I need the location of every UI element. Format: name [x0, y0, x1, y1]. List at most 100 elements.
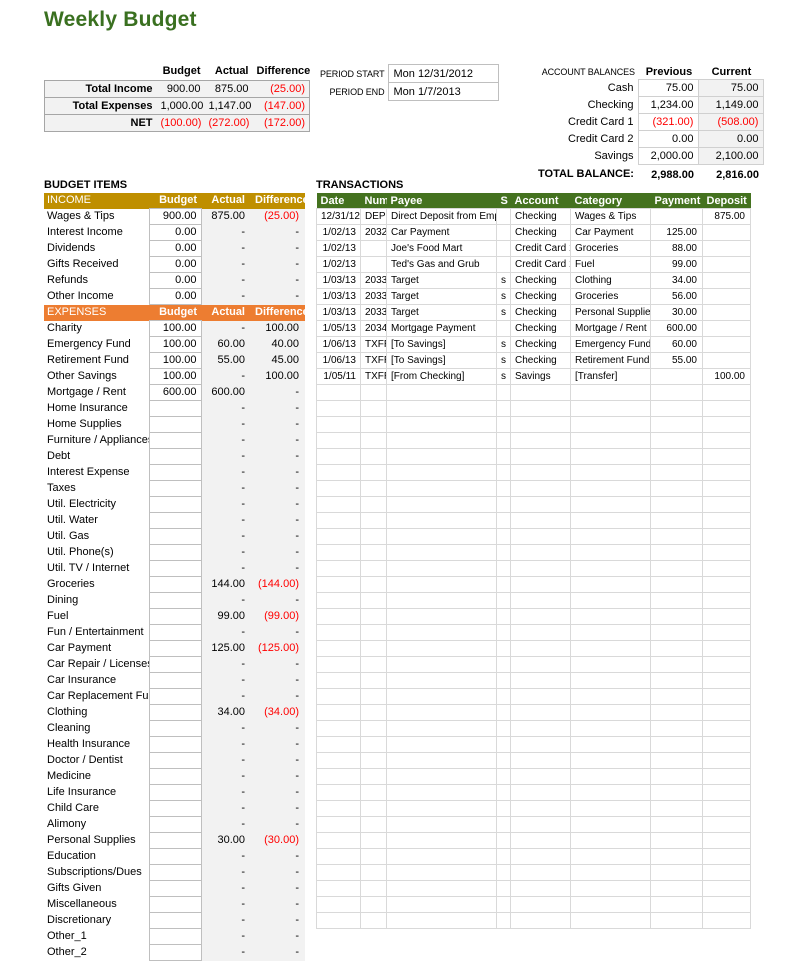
transaction-empty-cell[interactable] — [360, 640, 387, 657]
transaction-empty-cell[interactable] — [650, 656, 703, 673]
budget-item-budget-input[interactable] — [148, 416, 202, 433]
transaction-empty-cell[interactable] — [650, 448, 703, 465]
transaction-empty-cell[interactable] — [360, 464, 387, 481]
transaction-empty-cell[interactable] — [316, 656, 361, 673]
transaction-empty-cell[interactable] — [496, 464, 511, 481]
transaction-empty-cell[interactable] — [650, 688, 703, 705]
transaction-category[interactable]: Clothing — [570, 272, 651, 289]
transaction-empty-cell[interactable] — [570, 512, 651, 529]
transaction-empty-cell[interactable] — [360, 896, 387, 913]
budget-item-budget-input[interactable] — [148, 448, 202, 465]
transaction-date[interactable]: 1/02/13 — [316, 256, 361, 273]
transaction-empty-cell[interactable] — [650, 864, 703, 881]
transaction-empty-cell[interactable] — [496, 736, 511, 753]
transaction-account[interactable]: Checking — [510, 352, 571, 369]
transaction-empty-cell[interactable] — [386, 528, 497, 545]
transaction-empty-cell[interactable] — [650, 736, 703, 753]
transaction-empty-cell[interactable] — [386, 656, 497, 673]
transaction-category[interactable]: Fuel — [570, 256, 651, 273]
transaction-empty-cell[interactable] — [360, 752, 387, 769]
transaction-empty-cell[interactable] — [510, 448, 571, 465]
transaction-empty-cell[interactable] — [570, 672, 651, 689]
transaction-payment[interactable]: 600.00 — [650, 320, 703, 337]
transaction-row-empty[interactable] — [316, 512, 751, 529]
transaction-empty-cell[interactable] — [510, 880, 571, 897]
transaction-empty-cell[interactable] — [316, 528, 361, 545]
transaction-empty-cell[interactable] — [360, 544, 387, 561]
transaction-category[interactable]: Personal Supplies — [570, 304, 651, 321]
transaction-empty-cell[interactable] — [360, 704, 387, 721]
budget-item-budget-input[interactable] — [148, 784, 202, 801]
transaction-empty-cell[interactable] — [316, 592, 361, 609]
transaction-row-empty[interactable] — [316, 608, 751, 625]
transaction-empty-cell[interactable] — [702, 896, 751, 913]
transaction-empty-cell[interactable] — [510, 784, 571, 801]
transaction-empty-cell[interactable] — [510, 656, 571, 673]
transaction-empty-cell[interactable] — [386, 384, 497, 401]
transaction-empty-cell[interactable] — [316, 912, 361, 929]
transaction-empty-cell[interactable] — [496, 416, 511, 433]
transaction-empty-cell[interactable] — [570, 464, 651, 481]
transaction-row-empty[interactable] — [316, 864, 751, 881]
transaction-empty-cell[interactable] — [570, 864, 651, 881]
budget-item-budget-input[interactable] — [148, 608, 202, 625]
transaction-num[interactable]: 2033 — [360, 304, 387, 321]
budget-item-budget-input[interactable] — [148, 464, 202, 481]
transaction-row-empty[interactable] — [316, 656, 751, 673]
transaction-payee[interactable]: Target — [386, 272, 497, 289]
transaction-empty-cell[interactable] — [496, 912, 511, 929]
transaction-empty-cell[interactable] — [496, 512, 511, 529]
transaction-empty-cell[interactable] — [360, 496, 387, 513]
transaction-empty-cell[interactable] — [510, 912, 571, 929]
transaction-empty-cell[interactable] — [360, 592, 387, 609]
transaction-row-empty[interactable] — [316, 848, 751, 865]
transaction-empty-cell[interactable] — [570, 400, 651, 417]
transaction-row-empty[interactable] — [316, 832, 751, 849]
transaction-empty-cell[interactable] — [702, 672, 751, 689]
transaction-empty-cell[interactable] — [510, 624, 571, 641]
transaction-empty-cell[interactable] — [510, 416, 571, 433]
transaction-empty-cell[interactable] — [702, 544, 751, 561]
transaction-empty-cell[interactable] — [360, 400, 387, 417]
transaction-empty-cell[interactable] — [702, 640, 751, 657]
budget-item-budget-input[interactable]: 0.00 — [148, 272, 202, 289]
transaction-empty-cell[interactable] — [316, 704, 361, 721]
transaction-account[interactable]: Checking — [510, 288, 571, 305]
transaction-category[interactable]: Emergency Fund — [570, 336, 651, 353]
transaction-empty-cell[interactable] — [570, 784, 651, 801]
transaction-empty-cell[interactable] — [316, 800, 361, 817]
transaction-num[interactable] — [360, 240, 387, 257]
transaction-empty-cell[interactable] — [360, 624, 387, 641]
transaction-empty-cell[interactable] — [702, 592, 751, 609]
transaction-empty-cell[interactable] — [360, 384, 387, 401]
transaction-empty-cell[interactable] — [386, 784, 497, 801]
transaction-empty-cell[interactable] — [360, 672, 387, 689]
transaction-empty-cell[interactable] — [650, 432, 703, 449]
budget-item-budget-input[interactable] — [148, 576, 202, 593]
transaction-empty-cell[interactable] — [316, 896, 361, 913]
transaction-payee[interactable]: Ted's Gas and Grub — [386, 256, 497, 273]
transaction-empty-cell[interactable] — [316, 752, 361, 769]
transaction-category[interactable]: [Transfer] — [570, 368, 651, 385]
transaction-deposit[interactable] — [702, 304, 751, 321]
budget-item-budget-input[interactable] — [148, 432, 202, 449]
transaction-empty-cell[interactable] — [316, 768, 361, 785]
transaction-empty-cell[interactable] — [496, 704, 511, 721]
transaction-empty-cell[interactable] — [570, 592, 651, 609]
transaction-empty-cell[interactable] — [316, 480, 361, 497]
transaction-num[interactable]: 2033 — [360, 288, 387, 305]
transaction-payee[interactable]: Car Payment — [386, 224, 497, 241]
transaction-empty-cell[interactable] — [650, 848, 703, 865]
transaction-empty-cell[interactable] — [702, 880, 751, 897]
transaction-payment[interactable]: 125.00 — [650, 224, 703, 241]
transaction-empty-cell[interactable] — [386, 816, 497, 833]
transaction-empty-cell[interactable] — [650, 816, 703, 833]
transaction-empty-cell[interactable] — [510, 464, 571, 481]
period-end-input[interactable]: Mon 1/7/2013 — [388, 82, 500, 101]
transaction-empty-cell[interactable] — [570, 880, 651, 897]
transaction-empty-cell[interactable] — [650, 608, 703, 625]
transaction-payment[interactable]: 55.00 — [650, 352, 703, 369]
budget-item-budget-input[interactable] — [148, 912, 202, 929]
transaction-empty-cell[interactable] — [702, 816, 751, 833]
budget-item-budget-input[interactable] — [148, 816, 202, 833]
